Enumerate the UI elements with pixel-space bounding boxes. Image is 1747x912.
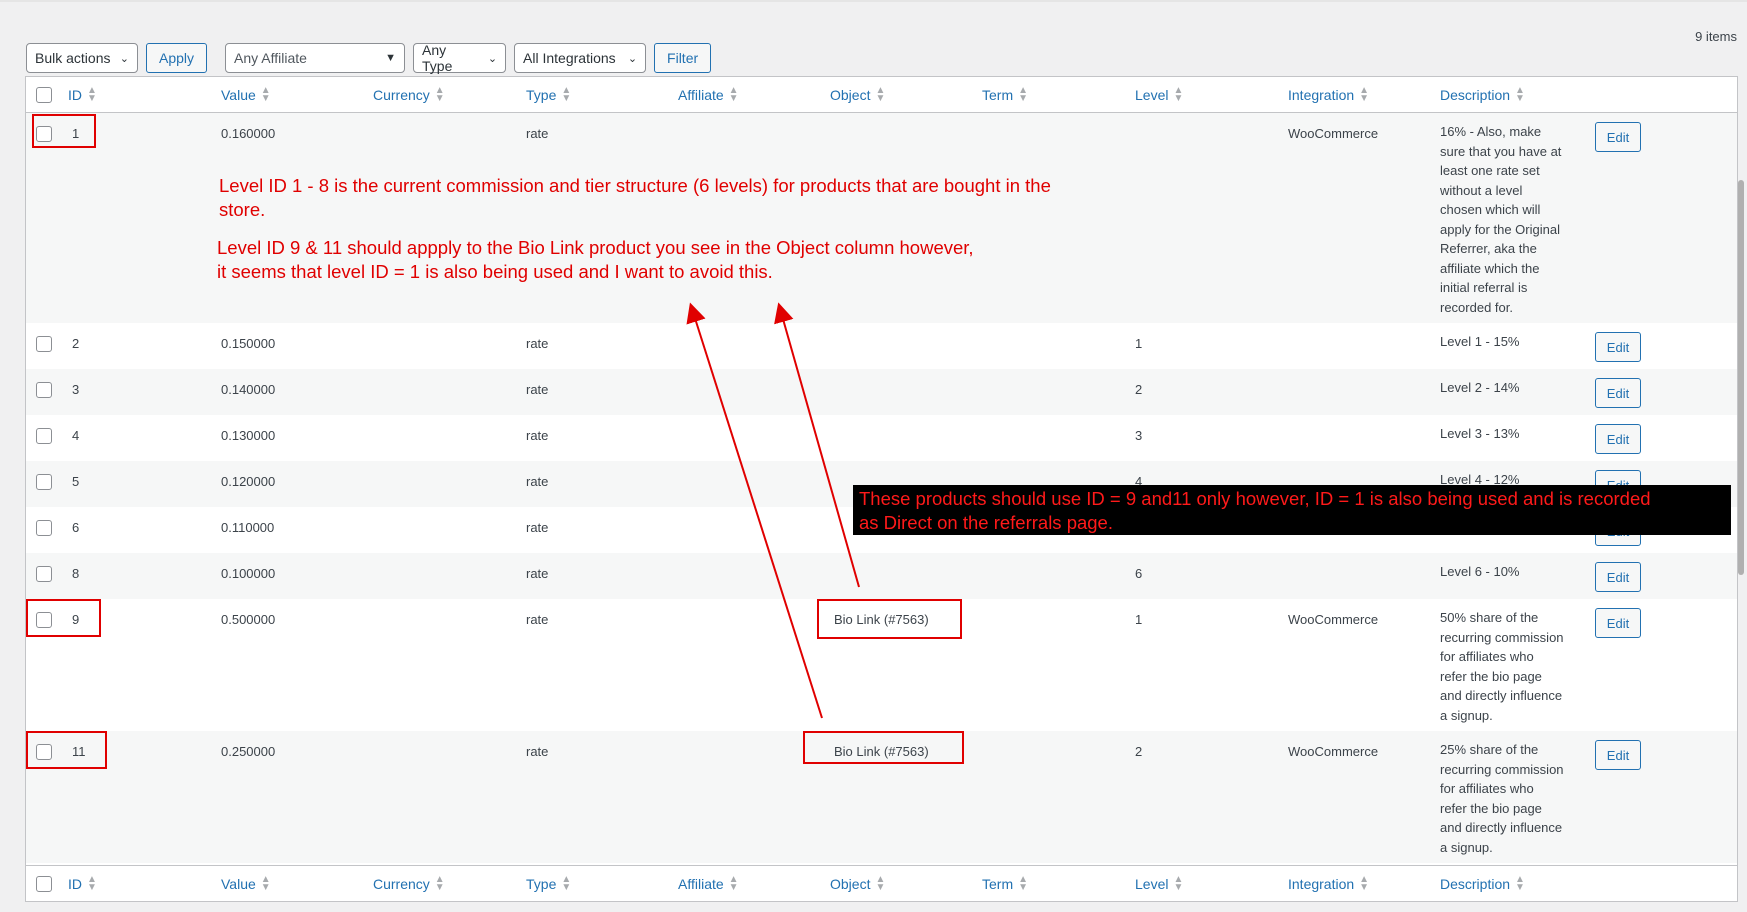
annotation-note-2: Level ID 9 & 11 should appply to the Bio… xyxy=(217,236,974,284)
annotation-box-line1: These products should use ID = 9 and11 o… xyxy=(859,488,1651,509)
arrow-to-note-right xyxy=(774,302,860,588)
annotation-note-2-line2: it seems that level ID = 1 is also being… xyxy=(217,261,773,282)
annotation-note-1: Level ID 1 - 8 is the current commission… xyxy=(219,174,1051,222)
annotation-note-2-line1: Level ID 9 & 11 should appply to the Bio… xyxy=(217,237,974,258)
annotation-arrows xyxy=(686,302,860,719)
annotation-box-line2: as Direct on the referrals page. xyxy=(859,512,1113,533)
annotation-note-1-line2: store. xyxy=(219,199,266,220)
page: 9 items Bulk actions ⌄ Apply Any Affilia… xyxy=(0,0,1747,912)
arrow-to-note-left xyxy=(686,302,823,719)
annotation-callout-box: These products should use ID = 9 and11 o… xyxy=(853,485,1731,535)
annotation-note-1-line1: Level ID 1 - 8 is the current commission… xyxy=(219,175,1051,196)
